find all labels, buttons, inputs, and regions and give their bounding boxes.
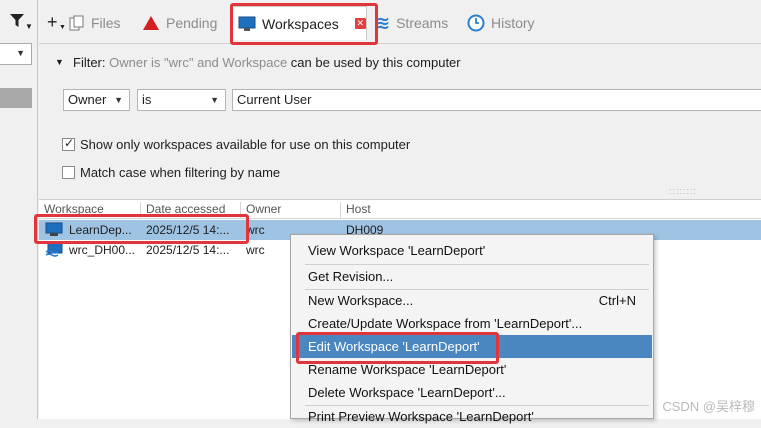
menu-item-new-workspace[interactable]: New Workspace... Ctrl+N <box>292 289 652 312</box>
column-header-host[interactable]: Host <box>340 202 371 219</box>
annotation-box-workspaces-tab <box>230 3 378 45</box>
filter-panel: ▼ Filter: Owner is "wrc" and Workspace c… <box>39 44 761 196</box>
chevron-down-icon: ▼ <box>16 48 25 58</box>
filter-collapse-icon[interactable]: ▼ <box>55 57 64 67</box>
filter-label: Filter: <box>73 55 106 70</box>
tab-files-label: Files <box>91 15 121 31</box>
menu-item-view-workspace[interactable]: View Workspace 'LearnDeport' <box>292 239 652 262</box>
add-tab-caret-icon[interactable]: ▼ <box>59 24 66 31</box>
pending-icon <box>143 16 159 30</box>
add-tab-icon[interactable]: + <box>47 12 58 33</box>
cell-date-accessed: 2025/12/5 14:... <box>146 243 230 257</box>
tab-pending-label: Pending <box>166 15 218 31</box>
left-dropdown[interactable]: ▼ <box>0 43 32 65</box>
menu-item-label: Create/Update Workspace from 'LearnDepor… <box>308 316 583 331</box>
watermark: CSDN @吴梓穆 <box>662 399 755 414</box>
filter-field-value: Owner <box>68 92 107 107</box>
menu-item-shortcut: Ctrl+N <box>598 293 636 308</box>
annotation-box-edit-item <box>296 332 499 364</box>
history-icon <box>467 14 485 32</box>
cell-workspace: wrc_DH00... <box>69 243 136 257</box>
splitter-grip[interactable]: :::::::: <box>669 186 697 196</box>
menu-item-label: New Workspace... <box>308 293 414 308</box>
filter-operator-value: is <box>142 92 152 107</box>
filter-summary: Filter: Owner is "wrc" and Workspace can… <box>73 55 461 70</box>
match-case-checkbox[interactable] <box>62 166 75 179</box>
filter-field-dropdown[interactable]: Owner ▼ <box>63 89 130 111</box>
context-menu: View Workspace 'LearnDeport' Get Revisio… <box>290 234 654 424</box>
filter-operator-dropdown[interactable]: is ▼ <box>137 89 226 111</box>
menu-item-delete-workspace[interactable]: Delete Workspace 'LearnDeport'... <box>292 381 652 404</box>
match-case-label: Match case when filtering by name <box>80 165 281 180</box>
files-icon <box>69 15 84 31</box>
tab-streams[interactable]: ≋ Streams <box>375 6 448 40</box>
menu-item-print-preview[interactable]: Print Preview Workspace 'LearnDeport' <box>292 405 652 428</box>
menu-item-label: Rename Workspace 'LearnDeport' <box>308 362 507 377</box>
filter-value-input[interactable]: Current User <box>232 89 761 111</box>
stream-workspace-icon <box>45 242 63 257</box>
left-selected-item[interactable] <box>0 88 32 108</box>
menu-item-label: View Workspace 'LearnDeport' <box>308 243 486 258</box>
filter-summary-part-1: Owner is "wrc" and Workspace <box>109 55 288 70</box>
filter-value-text: Current User <box>237 92 312 107</box>
funnel-dropdown-caret-icon[interactable]: ▼ <box>25 22 33 31</box>
available-workspaces-checkbox[interactable] <box>62 136 75 151</box>
available-workspaces-label: Show only workspaces available for use o… <box>80 137 411 152</box>
menu-item-label: Delete Workspace 'LearnDeport'... <box>308 385 506 400</box>
tab-bar: + ▼ Files Pending Workspaces ✕ ≋ Streams… <box>39 0 761 44</box>
tab-files[interactable]: Files <box>69 6 121 40</box>
tab-pending[interactable]: Pending <box>142 6 217 40</box>
menu-item-label: Get Revision... <box>308 269 394 284</box>
menu-item-get-revision[interactable]: Get Revision... <box>292 265 652 288</box>
chevron-down-icon: ▼ <box>210 95 219 105</box>
tab-history-label: History <box>491 15 535 31</box>
menu-item-label: Print Preview Workspace 'LearnDeport' <box>308 409 534 424</box>
cell-owner: wrc <box>246 243 265 257</box>
tab-streams-label: Streams <box>396 15 449 31</box>
filter-summary-part-2: can be used by this computer <box>290 55 461 70</box>
filter-funnel-icon[interactable] <box>10 14 24 28</box>
annotation-box-selected-row <box>34 214 249 244</box>
tab-history[interactable]: History <box>467 6 535 40</box>
chevron-down-icon: ▼ <box>114 95 123 105</box>
